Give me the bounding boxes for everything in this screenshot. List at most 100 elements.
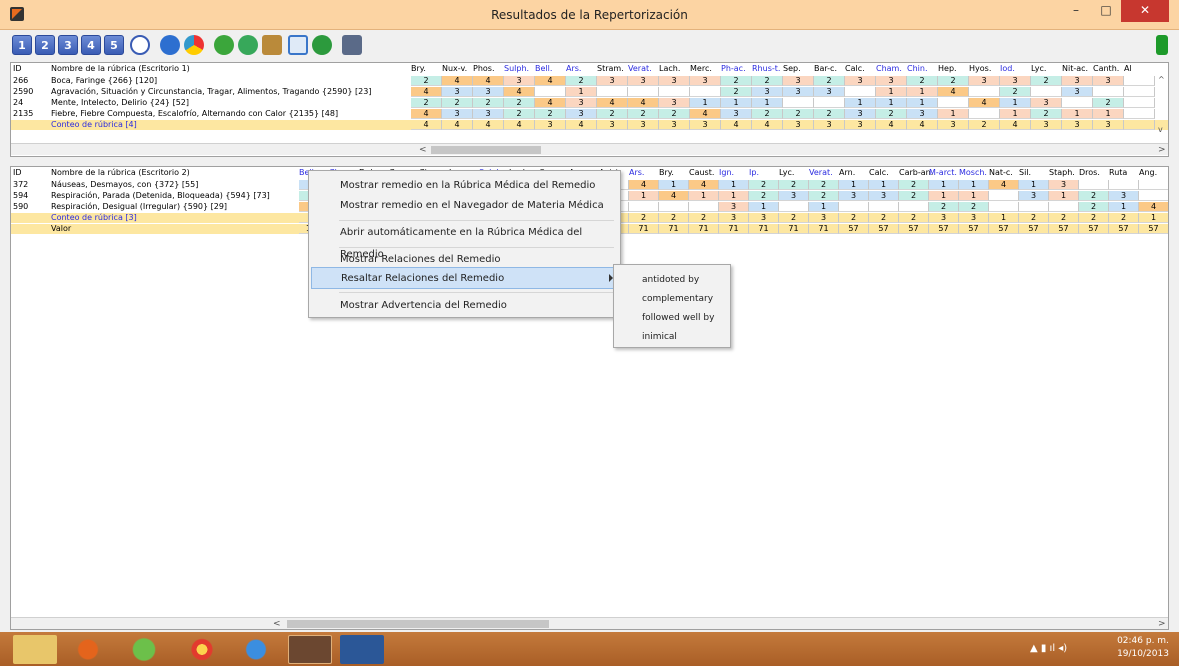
app-w-icon[interactable] bbox=[122, 635, 166, 664]
scroll-up-icon[interactable]: ^ bbox=[1158, 75, 1165, 84]
remedy-column-header[interactable]: Canth. bbox=[1093, 64, 1119, 73]
remedy-column-header[interactable]: Bar-c. bbox=[814, 64, 837, 73]
score-cell[interactable] bbox=[969, 87, 1000, 97]
score-cell[interactable]: 3 bbox=[504, 76, 535, 86]
print-icon[interactable] bbox=[342, 35, 362, 55]
score-cell[interactable]: 2 bbox=[929, 202, 959, 212]
remedy-column-header[interactable]: Ph-ac. bbox=[721, 64, 746, 73]
score-cell[interactable]: 3 bbox=[1093, 120, 1124, 130]
taskbar-clock[interactable]: 02:46 p. m. 19/10/2013 bbox=[1110, 635, 1176, 661]
score-cell[interactable]: 2 bbox=[1019, 213, 1049, 223]
score-cell[interactable]: 3 bbox=[597, 76, 628, 86]
remedy-column-header[interactable]: Verat. bbox=[628, 64, 652, 73]
score-cell[interactable]: 3 bbox=[1062, 76, 1093, 86]
filter-icon[interactable] bbox=[312, 35, 332, 55]
menu-item-show-materia-medica[interactable]: Mostrar remedio en el Navegador de Mater… bbox=[311, 195, 618, 217]
table-row[interactable]: 24 Mente, Intelecto, Delirio {24} [52] 2 2 2… bbox=[11, 98, 1168, 108]
score-cell[interactable]: 1 bbox=[1093, 109, 1124, 119]
remedy-column-header[interactable]: Ars. bbox=[566, 64, 581, 73]
score-cell[interactable]: 1 bbox=[1000, 109, 1031, 119]
score-cell[interactable]: 3 bbox=[442, 87, 473, 97]
score-cell[interactable]: 2 bbox=[1109, 213, 1139, 223]
remedy-column-header[interactable]: Phos. bbox=[473, 64, 495, 73]
score-cell[interactable] bbox=[969, 109, 1000, 119]
remedy-column-header[interactable]: Nux-v. bbox=[442, 64, 467, 73]
menu-item-show-warning[interactable]: Mostrar Advertencia del Remedio bbox=[311, 295, 618, 317]
rubric-name[interactable]: Boca, Faringe {266} [120] bbox=[51, 76, 409, 86]
score-cell[interactable]: 3 bbox=[959, 213, 989, 223]
score-cell[interactable]: 2 bbox=[411, 76, 442, 86]
minimize-button[interactable]: – bbox=[1062, 0, 1090, 22]
scroll-left-icon[interactable]: < bbox=[419, 144, 427, 156]
score-cell[interactable] bbox=[597, 87, 628, 97]
score-cell[interactable]: 2 bbox=[783, 109, 814, 119]
score-cell[interactable]: 2 bbox=[659, 213, 689, 223]
score-cell[interactable]: 2 bbox=[1049, 213, 1079, 223]
score-cell[interactable]: 1 bbox=[839, 180, 869, 190]
remedy-column-header[interactable]: Lyc. bbox=[1031, 64, 1046, 73]
score-cell[interactable]: 2 bbox=[597, 109, 628, 119]
score-cell[interactable]: 2 bbox=[779, 213, 809, 223]
rubric-name[interactable]: Valor bbox=[51, 224, 297, 234]
score-cell[interactable]: 4 bbox=[969, 98, 1000, 108]
score-cell[interactable]: 3 bbox=[779, 191, 809, 201]
score-cell[interactable]: 3 bbox=[876, 76, 907, 86]
score-cell[interactable]: 3 bbox=[845, 109, 876, 119]
add-green-icon[interactable] bbox=[214, 35, 234, 55]
score-cell[interactable]: 2 bbox=[1079, 202, 1109, 212]
score-cell[interactable] bbox=[839, 202, 869, 212]
submenu-item-complementary[interactable]: complementary bbox=[642, 293, 713, 305]
score-cell[interactable]: 2 bbox=[814, 76, 845, 86]
score-cell[interactable]: 57 bbox=[1139, 224, 1168, 234]
score-cell[interactable] bbox=[1079, 180, 1109, 190]
score-cell[interactable]: 2 bbox=[566, 76, 597, 86]
score-cell[interactable]: 2 bbox=[809, 180, 839, 190]
score-cell[interactable]: 3 bbox=[1019, 191, 1049, 201]
score-cell[interactable]: 2 bbox=[721, 76, 752, 86]
score-cell[interactable]: 4 bbox=[938, 87, 969, 97]
remedy-column-header[interactable]: Lach. bbox=[659, 64, 680, 73]
score-cell[interactable]: 1 bbox=[721, 98, 752, 108]
score-cell[interactable]: 3 bbox=[783, 76, 814, 86]
score-cell[interactable]: 57 bbox=[959, 224, 989, 234]
score-cell[interactable]: 3 bbox=[929, 213, 959, 223]
score-cell[interactable] bbox=[845, 87, 876, 97]
score-cell[interactable]: 4 bbox=[504, 120, 535, 130]
desktop-3-button[interactable]: 3 bbox=[58, 35, 78, 55]
score-cell[interactable]: 4 bbox=[535, 98, 566, 108]
score-cell[interactable]: 4 bbox=[504, 87, 535, 97]
remedy-column-header[interactable]: Ang. bbox=[1139, 168, 1157, 177]
remedy-column-header[interactable]: Stram. bbox=[597, 64, 624, 73]
remedy-column-header[interactable]: Bry. bbox=[659, 168, 674, 177]
rubric-name[interactable]: Mente, Intelecto, Delirio {24} [52] bbox=[51, 98, 409, 108]
score-cell[interactable]: 2 bbox=[938, 76, 969, 86]
horizontal-scrollbar-2[interactable]: < > bbox=[11, 617, 1168, 629]
score-cell[interactable]: 2 bbox=[749, 191, 779, 201]
remedy-column-header[interactable]: Sulph. bbox=[504, 64, 529, 73]
menu-item-show-rubric[interactable]: Mostrar remedio en la Rúbrica Médica del… bbox=[311, 175, 618, 197]
score-cell[interactable]: 3 bbox=[628, 76, 659, 86]
score-cell[interactable] bbox=[814, 98, 845, 108]
score-cell[interactable]: 4 bbox=[442, 120, 473, 130]
score-cell[interactable]: 4 bbox=[442, 76, 473, 86]
score-cell[interactable] bbox=[535, 87, 566, 97]
remedy-column-header[interactable]: Lyc. bbox=[779, 168, 794, 177]
score-cell[interactable]: 2 bbox=[749, 180, 779, 190]
score-cell[interactable]: 2 bbox=[907, 76, 938, 86]
remedy-column-header[interactable]: Merc. bbox=[690, 64, 712, 73]
score-cell[interactable]: 2 bbox=[1031, 109, 1062, 119]
remedy-column-header[interactable]: Bell. bbox=[535, 64, 552, 73]
desktop-5-button[interactable]: 5 bbox=[104, 35, 124, 55]
score-cell[interactable]: 3 bbox=[659, 120, 690, 130]
score-cell[interactable]: 2 bbox=[839, 213, 869, 223]
score-cell[interactable]: 3 bbox=[938, 120, 969, 130]
score-cell[interactable]: 57 bbox=[989, 224, 1019, 234]
score-cell[interactable]: 57 bbox=[869, 224, 899, 234]
edit-icon[interactable] bbox=[262, 35, 282, 55]
score-cell[interactable]: 3 bbox=[869, 191, 899, 201]
score-cell[interactable]: 2 bbox=[899, 180, 929, 190]
score-cell[interactable]: 2 bbox=[752, 109, 783, 119]
file-explorer-icon[interactable] bbox=[13, 635, 57, 664]
score-cell[interactable]: 2 bbox=[1079, 191, 1109, 201]
score-cell[interactable]: 1 bbox=[1019, 180, 1049, 190]
